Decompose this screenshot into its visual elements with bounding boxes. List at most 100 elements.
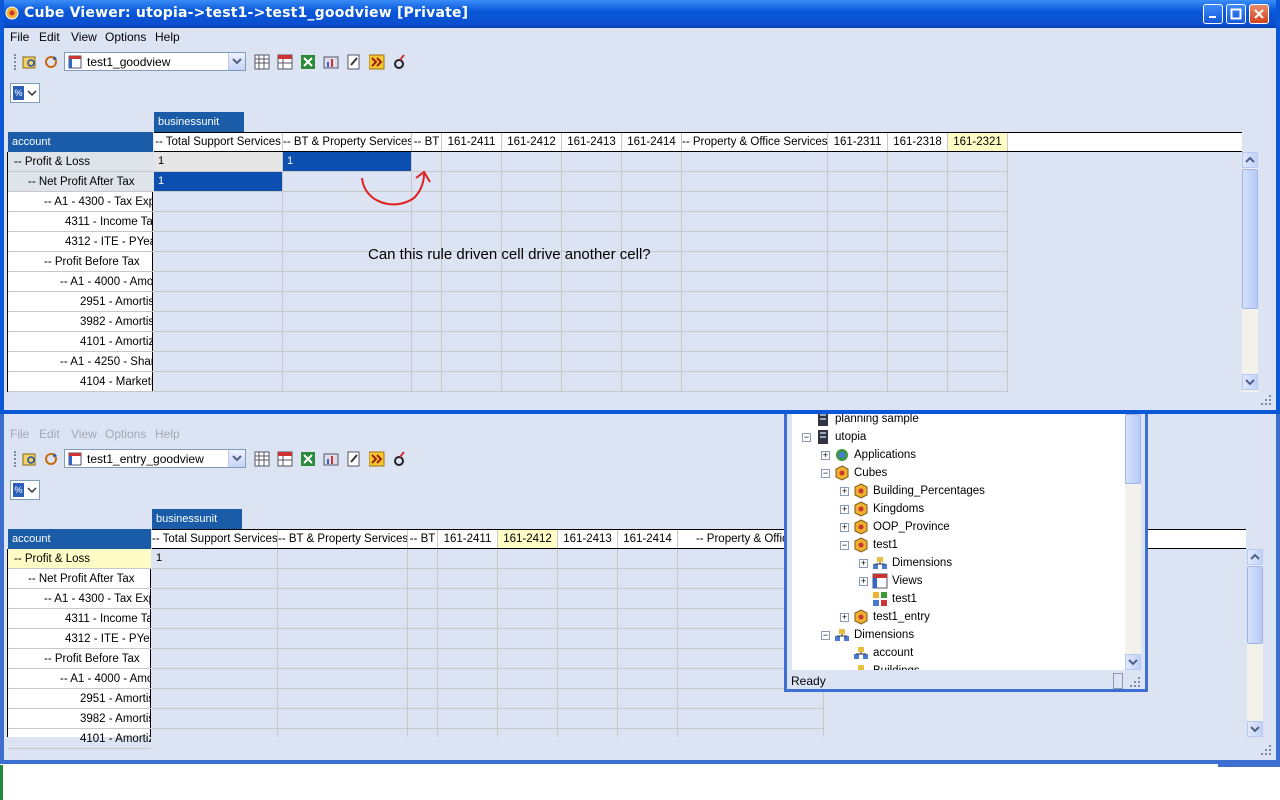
grid-cell[interactable] [888, 292, 948, 312]
grid-cell[interactable] [498, 669, 558, 689]
grid-cell[interactable] [678, 729, 824, 737]
grid-cell[interactable] [558, 609, 618, 629]
grid-cell[interactable] [278, 629, 408, 649]
grid-cell[interactable] [682, 292, 828, 312]
chart-icon[interactable] [323, 54, 339, 70]
grid-cell[interactable] [682, 172, 828, 192]
grid-cell[interactable] [278, 589, 408, 609]
grid-cell[interactable] [442, 172, 502, 192]
scroll-down-button[interactable] [1242, 374, 1258, 390]
chart-icon[interactable] [323, 451, 339, 467]
column-header[interactable]: 161-2311 [828, 133, 888, 151]
row-header[interactable]: -- Profit Before Tax [8, 649, 151, 669]
column-header[interactable]: -- BT [412, 133, 442, 151]
grid-cell[interactable] [888, 332, 948, 352]
row-header[interactable]: -- Net Profit After Tax [8, 569, 151, 589]
scroll-up-button[interactable] [1247, 549, 1263, 565]
title-bar[interactable]: Cube Viewer: utopia->test1->test1_goodvi… [4, 0, 1276, 28]
expand-icon[interactable]: + [821, 451, 830, 460]
grid-cell[interactable] [558, 549, 618, 569]
column-header[interactable]: -- BT & Property Services [283, 133, 412, 151]
grid-cell[interactable] [278, 669, 408, 689]
grid-cell[interactable] [948, 372, 1008, 392]
grid-cell[interactable] [828, 272, 888, 292]
grid-cell[interactable] [152, 669, 278, 689]
grid-cell[interactable] [562, 192, 622, 212]
tree-node[interactable]: + Views [792, 572, 1127, 590]
grid-cell[interactable] [562, 212, 622, 232]
grid-cell[interactable] [682, 372, 828, 392]
grid-cell[interactable] [408, 569, 438, 589]
forward-icon[interactable] [369, 451, 385, 467]
grid-cell[interactable] [152, 609, 278, 629]
grid-cell[interactable] [412, 292, 442, 312]
grid-cell[interactable] [438, 549, 498, 569]
grid-cell[interactable] [442, 332, 502, 352]
grid-cell[interactable] [412, 212, 442, 232]
grid-cell[interactable] [888, 212, 948, 232]
tree-node[interactable]: + Building_Percentages [792, 482, 1127, 500]
column-header[interactable]: -- BT [408, 530, 438, 548]
grid-cell[interactable] [442, 212, 502, 232]
menu-edit[interactable]: Edit [39, 427, 60, 441]
grid-cell[interactable] [622, 172, 682, 192]
grid-cell[interactable] [828, 312, 888, 332]
grid-cell[interactable] [562, 332, 622, 352]
expand-icon[interactable]: + [859, 577, 868, 586]
grid-cell[interactable] [562, 292, 622, 312]
grid-cell[interactable] [618, 649, 678, 669]
excel-export-icon[interactable] [300, 451, 316, 467]
tree-node[interactable]: − utopia [792, 428, 1127, 446]
grid-cell[interactable] [828, 232, 888, 252]
grid-cell[interactable] [622, 292, 682, 312]
row-header[interactable]: -- Profit & Loss [8, 152, 153, 172]
grid-cell[interactable] [442, 292, 502, 312]
menu-view[interactable]: View [71, 30, 97, 44]
grid-cell[interactable] [408, 589, 438, 609]
grid-cell[interactable] [558, 589, 618, 609]
row-header[interactable]: 3982 - Amortisa [8, 312, 153, 332]
grid-cell[interactable] [682, 152, 828, 172]
grid-cell[interactable] [948, 292, 1008, 312]
grid-cell[interactable] [408, 729, 438, 737]
grid-cell[interactable] [948, 172, 1008, 192]
row-header[interactable]: 4101 - Amortiza [8, 332, 153, 352]
scroll-thumb[interactable] [1242, 169, 1258, 309]
format-selector[interactable]: % [10, 83, 40, 103]
tree-node[interactable]: − Cubes [792, 464, 1127, 482]
grid-cell[interactable] [152, 649, 278, 669]
edit-icon[interactable] [346, 451, 362, 467]
grid-cell[interactable] [888, 152, 948, 172]
grid-cell[interactable] [283, 292, 412, 312]
grid-cell[interactable] [408, 549, 438, 569]
grid-cell[interactable] [283, 272, 412, 292]
grid-cell[interactable] [442, 372, 502, 392]
grid-cell[interactable] [682, 192, 828, 212]
format-selector[interactable]: % [10, 480, 40, 500]
grid-cell[interactable] [558, 569, 618, 589]
grid-cell[interactable] [828, 152, 888, 172]
expand-icon[interactable]: + [840, 505, 849, 514]
vertical-scrollbar[interactable] [1247, 549, 1263, 737]
grid-cell[interactable] [154, 372, 283, 392]
column-header[interactable]: -- Property & Office Services [682, 133, 828, 151]
grid-cell[interactable] [502, 332, 562, 352]
row-header[interactable]: 4104 - Marketin [8, 372, 153, 392]
minimize-button[interactable] [1203, 4, 1223, 24]
grid-cell[interactable] [682, 252, 828, 272]
grid-cell[interactable] [888, 172, 948, 192]
row-header[interactable]: -- A1 - 4000 - Amor [8, 669, 151, 689]
grid-cell[interactable] [278, 689, 408, 709]
grid-cell[interactable] [152, 729, 278, 737]
tree-scroll-thumb[interactable] [1125, 414, 1141, 484]
grid-cell[interactable] [283, 332, 412, 352]
tree-scroll-down-button[interactable] [1125, 654, 1141, 670]
grid-cell[interactable] [408, 689, 438, 709]
row-header[interactable]: -- Profit Before Tax [8, 252, 153, 272]
grid-cell[interactable] [502, 352, 562, 372]
grid-cell[interactable] [618, 709, 678, 729]
grid-cell[interactable] [442, 352, 502, 372]
toolbar-grip[interactable] [14, 54, 18, 70]
grid-cell[interactable] [618, 569, 678, 589]
spreadsheet-icon[interactable] [277, 54, 293, 70]
